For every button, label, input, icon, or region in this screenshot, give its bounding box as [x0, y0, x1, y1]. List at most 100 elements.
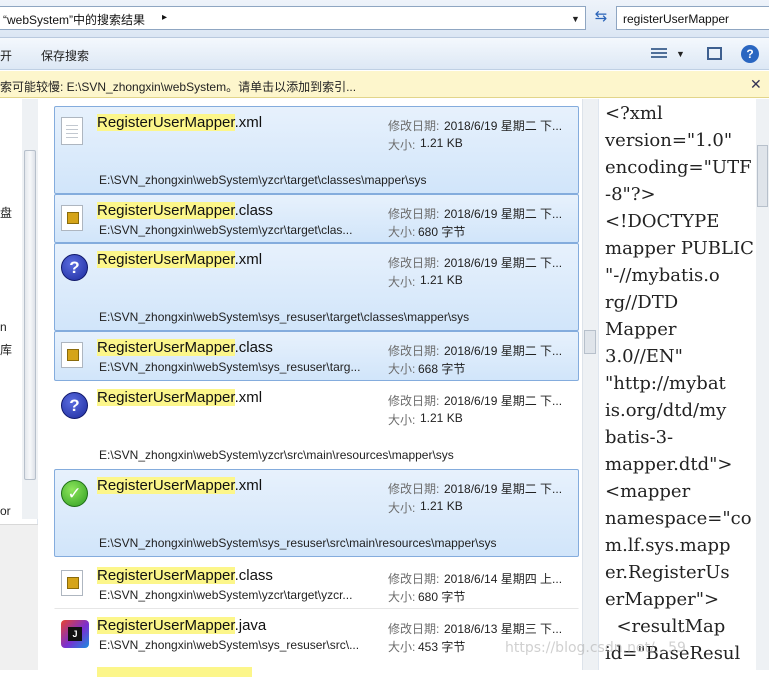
preview-line: er.RegisterUs — [605, 562, 730, 583]
result-row[interactable]: RegisterUserMapper.class 修改日期: 2018/6/14… — [54, 559, 579, 609]
size-label: 大小: — [388, 275, 416, 289]
date-value: 2018/6/19 星期二 下... — [444, 119, 563, 133]
result-path: E:\SVN_zhongxin\webSystem\yzcr\target\cl… — [99, 173, 427, 187]
size-value: 668 字节 — [418, 362, 466, 376]
save-search-button[interactable]: 保存搜索 — [41, 47, 89, 64]
size-value: 1.21 KB — [420, 136, 463, 150]
preview-line: <?xml — [605, 103, 663, 124]
svn-unversioned-icon: ? — [61, 392, 88, 422]
address-bar[interactable]: “webSystem”中的搜索结果 ▸ ▼ — [0, 6, 586, 30]
size-value: 1.21 KB — [420, 499, 463, 513]
search-input[interactable]: registerUserMapper — [616, 6, 769, 30]
size-label: 大小: — [388, 413, 416, 427]
breadcrumb-chevron-icon[interactable]: ▸ — [162, 12, 167, 23]
date-label: 修改日期: — [388, 394, 440, 408]
size-value: 453 字节 — [418, 640, 466, 654]
watermark-text: https://blog.csdn.net/...59 — [505, 640, 686, 656]
date-label: 修改日期: — [388, 256, 440, 270]
preview-line: "-//mybatis.o — [605, 265, 720, 286]
search-results-list: RegisterUserMapper.xml 修改日期: 2018/6/19 星… — [54, 104, 580, 677]
close-icon[interactable]: ✕ — [750, 76, 762, 93]
nav-item-fragment[interactable]: 盘 — [0, 204, 12, 221]
result-row[interactable]: ? RegisterUserMapper.xml 修改日期: 2018/6/19… — [54, 381, 579, 469]
preview-line: -8"?> — [605, 184, 656, 205]
class-unversioned-icon — [61, 342, 87, 372]
preview-pane-icon[interactable] — [707, 47, 722, 60]
result-name[interactable]: RegisterUserMapper.class — [97, 202, 273, 219]
date-label: 修改日期: — [388, 207, 440, 221]
date-label: 修改日期: — [388, 572, 440, 586]
results-scrollbar[interactable] — [582, 99, 598, 670]
result-row[interactable]: RegisterUserMapper.xml 修改日期: 2018/6/19 星… — [54, 106, 579, 194]
result-path: E:\SVN_zhongxin\webSystem\sys_resuser\ta… — [99, 360, 361, 374]
command-toolbar: 开 保存搜索 ▼ ? — [0, 38, 769, 70]
open-button[interactable]: 开 — [0, 47, 12, 64]
size-label: 大小: — [388, 362, 416, 376]
nav-bottom-area — [0, 524, 38, 670]
results-scrollbar-thumb[interactable] — [584, 330, 596, 354]
size-label: 大小: — [388, 640, 416, 654]
result-path: E:\SVN_zhongxin\webSystem\sys_resuser\ta… — [99, 310, 470, 324]
result-name[interactable]: RegisterUserMapper.class — [97, 567, 273, 584]
result-name[interactable]: RegisterUserMapper.xml — [97, 251, 262, 268]
view-mode-icon[interactable] — [651, 46, 667, 60]
date-value: 2018/6/19 星期二 下... — [444, 344, 563, 358]
size-value: 680 字节 — [418, 225, 466, 239]
result-path: E:\SVN_zhongxin\webSystem\sys_resuser\sr… — [99, 536, 497, 550]
nav-scrollbar-thumb[interactable] — [24, 150, 36, 480]
result-row[interactable]: RegisterUserMapper.class 修改日期: 2018/6/19… — [54, 331, 579, 381]
result-path: E:\SVN_zhongxin\webSystem\yzcr\target\cl… — [99, 223, 353, 237]
result-row[interactable]: RegisterUserMapper.class 修改日期: 2018/6/19… — [54, 194, 579, 243]
result-path: E:\SVN_zhongxin\webSystem\sys_resuser\sr… — [99, 638, 360, 652]
result-row-partial[interactable] — [54, 659, 579, 679]
class-file-icon — [61, 570, 87, 600]
preview-line: rg//DTD — [605, 292, 679, 313]
size-value: 1.21 KB — [420, 411, 463, 425]
result-name[interactable]: RegisterUserMapper.java — [97, 617, 266, 634]
preview-line: erMapper"> — [605, 589, 720, 610]
index-info-bar[interactable]: 索可能较慢: E:\SVN_zhongxin\webSystem。请单击以添加到… — [0, 71, 769, 98]
result-name[interactable] — [97, 664, 252, 681]
preview-line: is.org/dtd/my — [605, 400, 727, 421]
preview-line: mapper PUBLIC — [605, 238, 754, 259]
svn-normal-icon: ✓ — [61, 480, 88, 510]
nav-item-fragment[interactable]: or — [0, 504, 11, 518]
result-row[interactable]: J RegisterUserMapper.java 修改日期: 2018/6/1… — [54, 609, 579, 659]
class-file-icon — [61, 205, 87, 235]
result-name[interactable]: RegisterUserMapper.class — [97, 339, 273, 356]
preview-line: version="1.0" — [605, 130, 733, 151]
java-file-icon: J — [61, 620, 89, 650]
date-label: 修改日期: — [388, 344, 440, 358]
preview-line: encoding="UTF — [605, 157, 752, 178]
size-value: 680 字节 — [418, 590, 466, 604]
result-name[interactable]: RegisterUserMapper.xml — [97, 114, 262, 131]
nav-item-fragment[interactable]: 库 — [0, 341, 12, 358]
preview-scrollbar-thumb[interactable] — [757, 145, 768, 207]
search-input-value: registerUserMapper — [623, 12, 730, 26]
address-dropdown-icon[interactable]: ▼ — [571, 14, 580, 24]
result-row[interactable]: ? RegisterUserMapper.xml 修改日期: 2018/6/19… — [54, 243, 579, 331]
result-path: E:\SVN_zhongxin\webSystem\yzcr\target\yz… — [99, 588, 353, 602]
result-name[interactable]: RegisterUserMapper.xml — [97, 477, 262, 494]
preview-line: batis-3- — [605, 427, 674, 448]
xml-doc-icon — [61, 117, 87, 147]
help-icon[interactable]: ? — [741, 45, 759, 63]
date-label: 修改日期: — [388, 622, 440, 636]
date-label: 修改日期: — [388, 482, 440, 496]
nav-item-fragment[interactable]: n — [0, 320, 7, 334]
view-dropdown-icon[interactable]: ▼ — [676, 49, 685, 59]
info-bar-text: 索可能较慢: E:\SVN_zhongxin\webSystem。请单击以添加到… — [0, 80, 357, 94]
preview-pane: <?xml version="1.0" encoding="UTF -8"?> … — [598, 99, 769, 670]
size-label: 大小: — [388, 138, 416, 152]
refresh-icon[interactable]: ⇆ — [589, 7, 613, 29]
date-value: 2018/6/19 星期二 下... — [444, 394, 563, 408]
preview-line: "http://mybat — [605, 373, 726, 394]
size-label: 大小: — [388, 501, 416, 515]
preview-line: m.lf.sys.mapp — [605, 535, 731, 556]
date-value: 2018/6/14 星期四 上... — [444, 572, 563, 586]
result-name[interactable]: RegisterUserMapper.xml — [97, 389, 262, 406]
date-value: 2018/6/19 星期二 下... — [444, 256, 563, 270]
date-value: 2018/6/19 星期二 下... — [444, 482, 563, 496]
preview-line: <!DOCTYPE — [605, 211, 720, 232]
result-row[interactable]: ✓ RegisterUserMapper.xml 修改日期: 2018/6/19… — [54, 469, 579, 557]
